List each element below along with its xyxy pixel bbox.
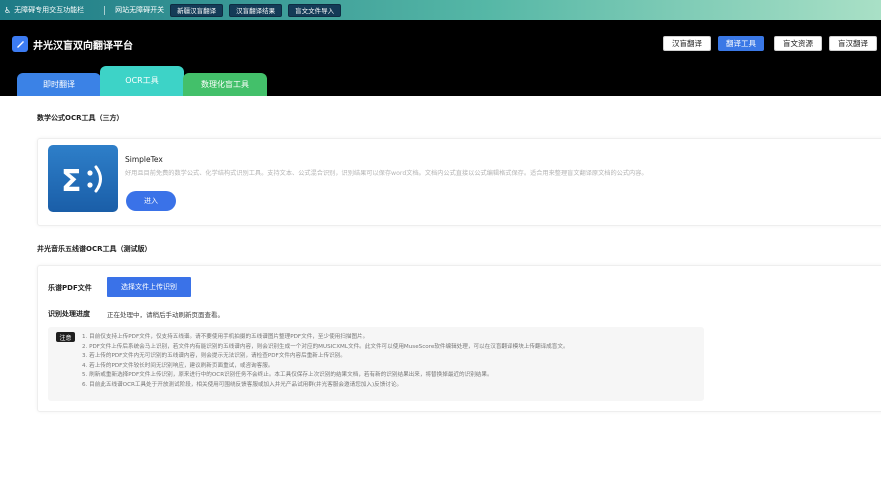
- notice-item: 3. 若上传的PDF文件内无可识别的五线谱内容，则会提示无法识别，请检查PDF文…: [82, 353, 346, 359]
- tab-ocr-tools[interactable]: OCR工具: [100, 66, 184, 96]
- site-header: 井光汉盲双向翻译平台 汉盲翻译 翻译工具 盲文资源 盲汉翻译: [0, 20, 881, 72]
- svg-text:Σ: Σ: [61, 164, 82, 199]
- site-title: 井光汉盲双向翻译平台: [33, 41, 133, 52]
- translate-result-button[interactable]: 汉盲翻译结果: [229, 3, 283, 17]
- divider: [104, 5, 106, 15]
- nav-chinese-to-braille[interactable]: 汉盲翻译: [663, 36, 711, 51]
- progress-label: 识别处理进度: [48, 310, 90, 318]
- notice-badge: 注意: [56, 332, 75, 342]
- notice-item: 5. 刷新或重新选择PDF文件上传识别，原来进行中的OCR识别任务不会终止。本工…: [82, 372, 493, 378]
- enter-button[interactable]: 进入: [126, 191, 176, 211]
- simpletex-card: [37, 138, 881, 226]
- notice-item: 2. PDF文件上传后系统会马上识别，若文件内有能识别的五线谱内容，则会识别生成…: [82, 343, 569, 350]
- site-logo[interactable]: [12, 36, 28, 52]
- app-name: SimpleTex: [125, 155, 163, 164]
- wheelchair-icon: ♿: [4, 5, 12, 15]
- nav-braille-to-chinese[interactable]: 盲汉翻译: [829, 36, 877, 51]
- app-description: 好用且目前免费的数学公式、化学结构式识别工具。支持文本、公式混合识别，识别结果可…: [125, 170, 648, 177]
- accessibility-toolbar-title: ♿ 无障碍专用交互功能栏: [4, 5, 85, 15]
- notice-item: 1. 目前仅支持上传PDF文件，仅支持五线谱。请不要使用手机拍摄的五线谱图片整理…: [82, 334, 369, 340]
- accessibility-toolbar: ♿ 无障碍专用交互功能栏 网站无障碍开关 新疆汉盲翻译 汉盲翻译结果 盲文文件导…: [0, 0, 881, 20]
- nav-braille-resources[interactable]: 盲文资源: [774, 36, 822, 51]
- xinjiang-translate-button[interactable]: 新疆汉盲翻译: [170, 3, 224, 17]
- braille-import-button[interactable]: 盲文文件导入: [288, 3, 342, 17]
- math-ocr-section-title: 数学公式OCR工具（三方）: [37, 114, 124, 122]
- notice-item: 6. 目前此五线谱OCR工具处于开放测试阶段，相关使用可围绕反馈客服或加入井光产…: [82, 381, 403, 388]
- tab-instant-translate[interactable]: 即时翻译: [17, 73, 101, 96]
- nav-translation-tools[interactable]: 翻译工具: [718, 36, 764, 51]
- simpletex-logo-icon: Σ: [48, 145, 118, 212]
- progress-status-text: 正在处理中，请稍后手动刷新页面查看。: [107, 311, 224, 319]
- pen-icon: [17, 41, 24, 48]
- tab-math-braille-tools[interactable]: 数理化盲工具: [183, 73, 267, 96]
- notice-item: 4. 若上传的PDF文件较长时间无识别响应，建议刷新页面重试，或咨询客服。: [82, 362, 274, 369]
- music-ocr-section-title: 井光音乐五线谱OCR工具（测试版）: [37, 245, 152, 253]
- sheet-pdf-file-label: 乐谱PDF文件: [48, 284, 92, 292]
- notice-list: 1. 目前仅支持上传PDF文件，仅支持五线谱。请不要使用手机拍摄的五线谱图片整理…: [82, 333, 569, 390]
- accessibility-switch-label[interactable]: 网站无障碍开关: [115, 5, 164, 15]
- upload-file-button[interactable]: 选择文件上传识别: [107, 277, 191, 297]
